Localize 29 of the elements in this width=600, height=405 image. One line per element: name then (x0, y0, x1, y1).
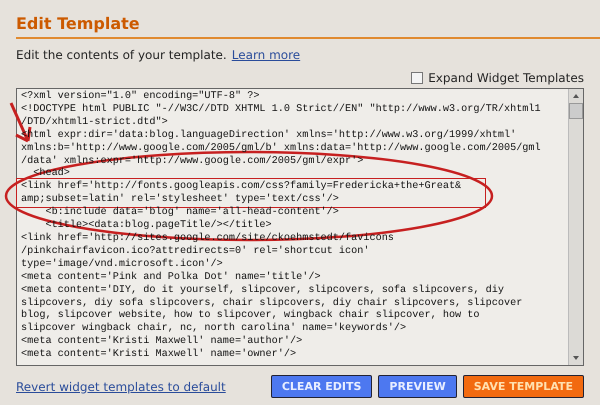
code-line: <meta content='Pink and Polka Dot' name='title'/> (21, 272, 321, 284)
scrollbar[interactable] (568, 89, 583, 365)
code-line: <meta content='DIY, do it yourself, slipcover, slipcovers, sofa slipcovers, diy (21, 284, 504, 298)
template-editor[interactable] (16, 88, 584, 366)
code-line: <meta content='Kristi Maxwell' name='author'/> (21, 336, 302, 348)
code-line: xmlns:b='http://www.google.com/2005/gml/b' xmlns:data='http://www.google.com/2005/gml (21, 142, 541, 156)
revert-link[interactable]: Revert widget templates to default (16, 380, 226, 394)
code-line: amp;subset=latin' rel='stylesheet' type='text/css'/> (21, 194, 339, 206)
action-button[interactable]: PREVIEW (378, 375, 457, 398)
code-line: type='image/vnd.microsoft.icon'/> (21, 258, 223, 272)
code-line: blog, slipcover website, how to slipcover, wingback chair slipcover, how to (21, 310, 480, 322)
code-line: <meta content='Kristi Maxwell' name='owner'/> (21, 349, 296, 362)
code-line: slipcover wingback chair, nc, north carolina' name='keywords'/> (21, 323, 406, 336)
page-title: Edit Template (16, 14, 141, 33)
code-line: <?xml version="1.0" encoding="UTF-8" ?> (21, 91, 260, 104)
learn-more-link[interactable]: Learn more (232, 48, 300, 62)
expand-label[interactable]: Expand Widget Templates (428, 71, 584, 85)
action-button[interactable]: CLEAR EDITS (270, 375, 372, 398)
code-line: <!DOCTYPE html PUBLIC "-//W3C//DTD XHTML 1.0 Strict//EN" "http://www.w3.org/TR/xhtml1 (21, 104, 541, 116)
code-line: /DTD/xhtml1-strict.dtd"> (21, 116, 168, 130)
expand-checkbox[interactable] (411, 72, 424, 84)
scroll-down-icon[interactable] (572, 355, 580, 361)
code-line: <link href='http://fonts.googleapis.com/css?family=Fredericka+the+Great& (21, 181, 462, 194)
code-line: slipcovers, diy sofa slipcovers, chair slipcovers, diy chair slipcovers, slipcover (21, 298, 522, 310)
scroll-up-icon[interactable] (572, 93, 580, 99)
scrollbar-thumb[interactable] (569, 103, 583, 119)
description-text: Edit the contents of your template. (16, 48, 227, 62)
code-line: <b:include data='blog' name='all-head-content'/> (44, 207, 339, 220)
code-line: /pinkchairfavicon.ico?attredirects=0' rel='shortcut icon' (21, 246, 370, 258)
